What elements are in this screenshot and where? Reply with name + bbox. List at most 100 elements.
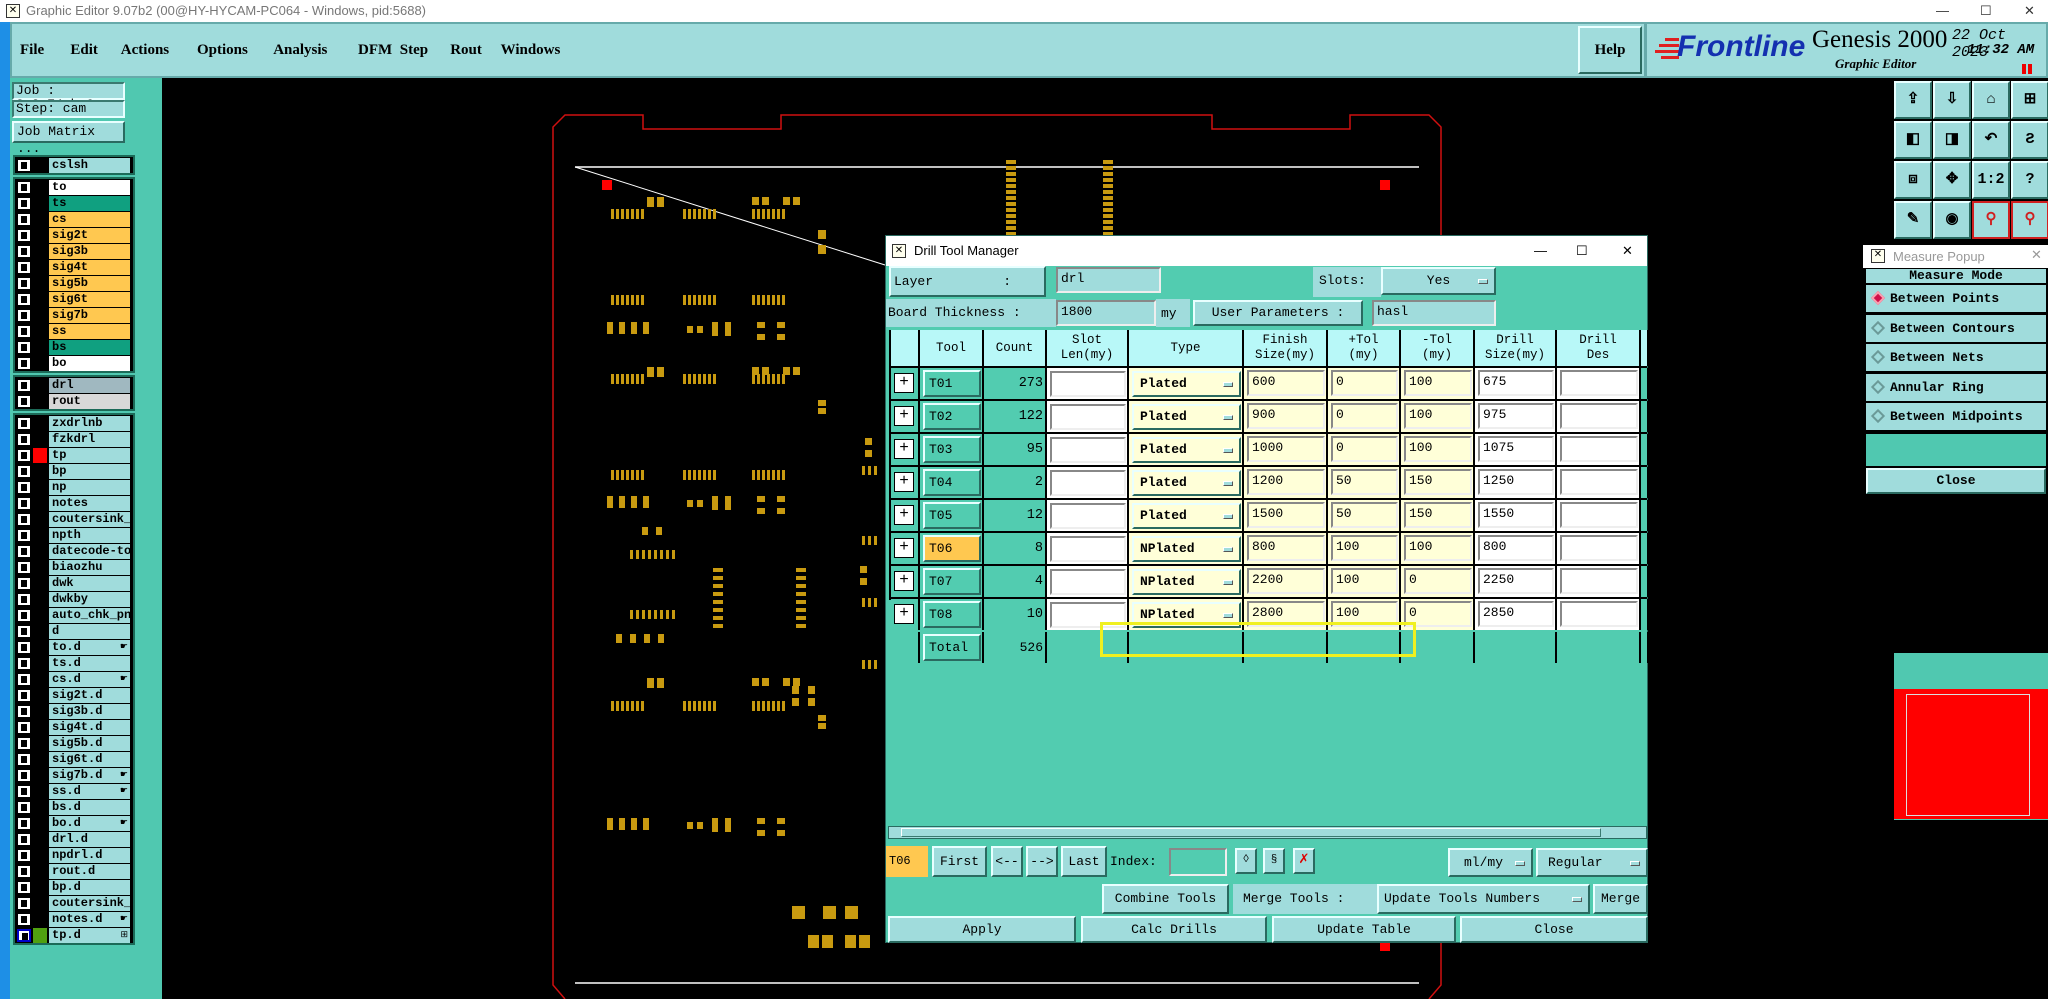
slot-length-field[interactable] [1050, 503, 1126, 529]
type-dropdown[interactable]: Plated [1132, 437, 1241, 463]
measure-option[interactable]: Annular Ring [1866, 373, 2046, 401]
layer-checkbox[interactable] [17, 641, 31, 654]
layer-checkbox[interactable] [17, 465, 31, 478]
home-icon[interactable]: ⌂ [1972, 81, 2010, 119]
layer-name[interactable]: ts.d [49, 656, 130, 671]
slot-length-field[interactable] [1050, 371, 1126, 397]
layer-name[interactable]: to [49, 180, 130, 195]
layer-name[interactable]: drl.d [49, 832, 130, 847]
plus-tolerance-field[interactable]: 0 [1331, 403, 1398, 429]
measure-option[interactable]: Between Midpoints [1866, 403, 2046, 430]
radio-diamond-icon[interactable] [1870, 379, 1886, 394]
type-dropdown[interactable]: NPlated [1132, 569, 1241, 595]
layer-row[interactable]: bo [17, 356, 132, 371]
type-dropdown[interactable]: Plated [1132, 470, 1241, 496]
calc-drills-button[interactable]: Calc Drills [1081, 916, 1267, 943]
tools-palette-icon[interactable]: ✎ [1894, 201, 1932, 239]
layer-name[interactable]: sig5b [49, 276, 130, 291]
layer-name[interactable]: sig5b.d [49, 736, 130, 751]
tool-button[interactable]: T02 [923, 403, 981, 430]
finish-size-field[interactable]: 900 [1247, 403, 1325, 429]
layer-checkbox[interactable] [17, 357, 31, 370]
layer-name[interactable]: to.d [49, 640, 130, 655]
drill-des-field[interactable] [1560, 502, 1638, 528]
next-button[interactable]: --> [1026, 846, 1058, 877]
units-dropdown[interactable]: ml/my [1448, 848, 1533, 877]
undo-view-icon[interactable]: ↶ [1972, 121, 2010, 159]
layer-name[interactable]: bs [49, 340, 130, 355]
layer-row[interactable]: d [17, 624, 132, 639]
layer-name[interactable]: sig6t [49, 292, 130, 307]
measure-close-button[interactable]: Close [1866, 468, 2046, 494]
layer-checkbox[interactable] [17, 181, 31, 194]
plus-tolerance-field[interactable]: 50 [1331, 469, 1398, 495]
layer-row[interactable]: fzkdrl [17, 432, 132, 447]
layer-name[interactable]: tp [49, 448, 130, 463]
layer-checkbox[interactable] [17, 625, 31, 638]
overview-thumbnail[interactable] [1894, 653, 2048, 820]
layer-row[interactable]: sig4t.d [17, 720, 132, 735]
layer-name[interactable]: np [49, 480, 130, 495]
tool-button[interactable]: T08 [923, 601, 981, 628]
layer-row[interactable]: sig6t [17, 292, 132, 307]
load-icon[interactable]: ⇪ [1894, 81, 1932, 119]
sort-icon[interactable]: § [1263, 848, 1285, 874]
layer-name[interactable]: auto_chk_pnl [49, 608, 130, 623]
type-dropdown[interactable]: Plated [1132, 404, 1241, 430]
layer-checkbox[interactable] [17, 609, 31, 622]
last-button[interactable]: Last [1061, 846, 1107, 877]
layer-checkbox[interactable] [17, 309, 31, 322]
layer-row[interactable]: drl [17, 378, 132, 393]
delete-icon[interactable]: ✗ [1293, 848, 1315, 874]
layer-checkbox[interactable] [17, 545, 31, 558]
layer-row[interactable]: sig3b [17, 244, 132, 259]
dialog-minimize-button[interactable]: — [1534, 236, 1547, 266]
layer-checkbox[interactable] [17, 197, 31, 210]
layer-row[interactable]: sig6t.d [17, 752, 132, 767]
layer-name[interactable]: sig4t.d [49, 720, 130, 735]
drill-des-field[interactable] [1560, 403, 1638, 429]
drill-size-field[interactable]: 975 [1478, 403, 1554, 429]
drill-des-field[interactable] [1560, 469, 1638, 495]
layer-row[interactable]: sig2t [17, 228, 132, 243]
search-tool-icon[interactable]: ◊ [1235, 848, 1257, 874]
dialog-close-icon[interactable]: ✕ [1622, 236, 1633, 266]
layer-name[interactable]: sig2t.d [49, 688, 130, 703]
redraw-icon[interactable]: Ƨ [2011, 121, 2048, 159]
layer-name[interactable]: bp.d [49, 880, 130, 895]
layer-row[interactable]: ts [17, 196, 132, 211]
layer-name[interactable]: notes [49, 496, 130, 511]
tool-button[interactable]: T04 [923, 469, 981, 496]
layer-checkbox[interactable] [17, 801, 31, 814]
layer-checkbox[interactable] [17, 379, 31, 392]
help-icon[interactable]: ? [2011, 161, 2048, 199]
layer-name[interactable]: fzkdrl [49, 432, 130, 447]
radio-diamond-icon[interactable] [1870, 290, 1886, 306]
fit-screen-icon[interactable]: ⧈ [1894, 161, 1932, 199]
layer-name[interactable]: npdrl.d [49, 848, 130, 863]
layer-checkbox[interactable] [17, 705, 31, 718]
layer-row[interactable]: drl.d [17, 832, 132, 847]
window-layout-icon[interactable]: ⊞ [2011, 81, 2048, 119]
layer-row[interactable]: rout.d [17, 864, 132, 879]
layer-checkbox[interactable] [17, 497, 31, 510]
radio-diamond-icon[interactable] [1870, 349, 1886, 365]
layer-name[interactable]: d [49, 624, 130, 639]
expand-plus-icon[interactable]: + [894, 439, 914, 459]
combine-tools-button[interactable]: Combine Tools [1102, 884, 1229, 914]
layer-checkbox[interactable] [17, 785, 31, 798]
layer-checkbox[interactable] [17, 417, 31, 430]
finish-size-field[interactable]: 800 [1247, 535, 1325, 561]
drill-size-field[interactable]: 1075 [1478, 436, 1554, 462]
layer-row[interactable]: sig7b [17, 308, 132, 323]
tool-button[interactable]: T03 [923, 436, 981, 463]
minus-tolerance-field[interactable]: 100 [1404, 370, 1472, 396]
slot-length-field[interactable] [1050, 437, 1126, 463]
layer-row[interactable]: ss [17, 324, 132, 339]
slot-length-field[interactable] [1050, 470, 1126, 496]
measure-option[interactable]: Between Contours [1866, 314, 2046, 342]
first-button[interactable]: First [932, 846, 987, 877]
layer-row[interactable]: cs.d ☛ [17, 672, 132, 687]
expand-plus-icon[interactable]: + [894, 406, 914, 426]
layer-checkbox[interactable] [17, 657, 31, 670]
